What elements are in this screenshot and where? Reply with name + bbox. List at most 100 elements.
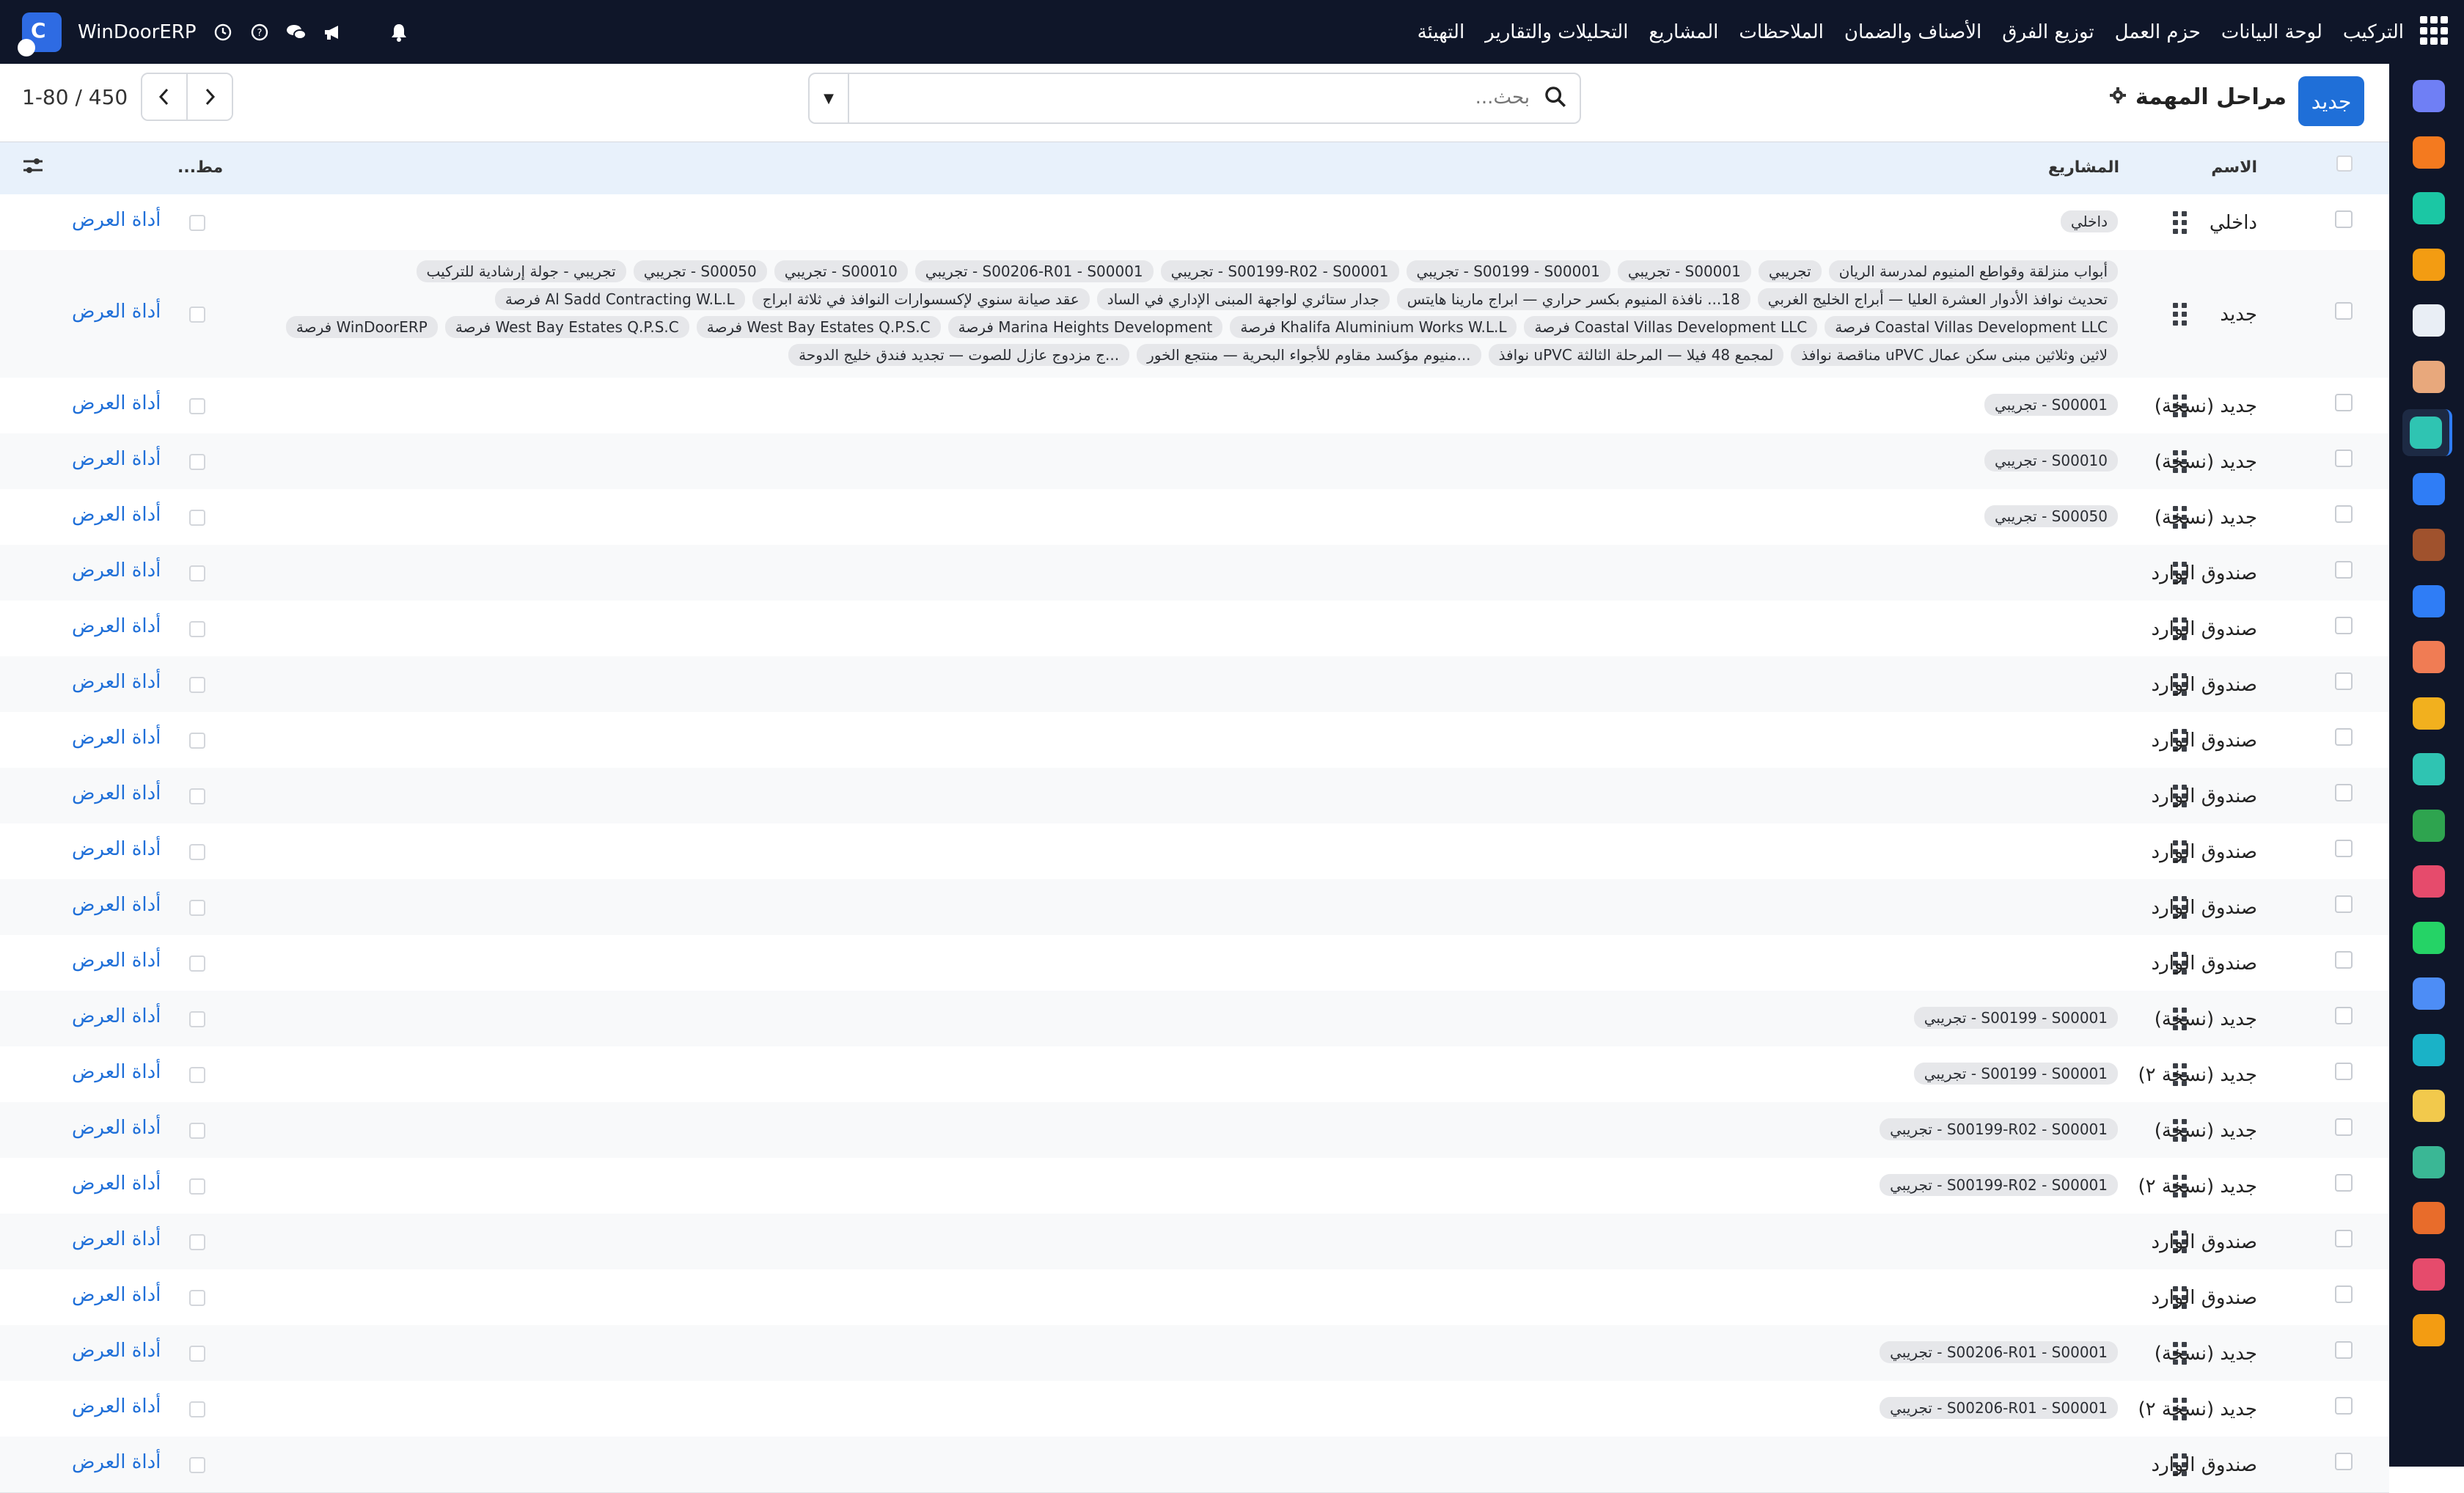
project-tag[interactable]: S00199 - S00001 - تجريبي: [1913, 1063, 2118, 1085]
widget-link[interactable]: أداة العرض: [72, 448, 161, 470]
row-checkbox[interactable]: [2335, 617, 2353, 634]
project-tag[interactable]: أبواب منزلقة وقواطع المنيوم لمدرسة الريا…: [1828, 260, 2118, 282]
project-tag[interactable]: S00206-R01 - S00001 - تجريبي: [914, 260, 1154, 282]
search-icon[interactable]: [1541, 84, 1568, 111]
row-name[interactable]: صندوق الوارد: [2152, 1454, 2258, 1476]
row-name[interactable]: جديد (نسخة): [2155, 451, 2257, 473]
widget-toggle-checkbox[interactable]: [189, 1290, 205, 1306]
table-row[interactable]: صندوق الوارد أداة العرض: [0, 1214, 2389, 1270]
widget-link[interactable]: أداة العرض: [72, 1340, 161, 1362]
row-name[interactable]: جديد (نسخة ٢): [2138, 1398, 2257, 1420]
widget-link[interactable]: أداة العرض: [72, 504, 161, 526]
row-checkbox[interactable]: [2335, 210, 2353, 228]
top-menu-item[interactable]: لوحة البيانات: [2221, 21, 2322, 43]
contact-icon[interactable]: [2413, 809, 2445, 842]
row-checkbox[interactable]: [2335, 1118, 2353, 1136]
widget-link[interactable]: أداة العرض: [72, 950, 161, 972]
apps-menu-icon[interactable]: [2419, 16, 2448, 45]
widget-link[interactable]: أداة العرض: [72, 782, 161, 804]
row-checkbox[interactable]: [2335, 1007, 2353, 1024]
row-checkbox[interactable]: [2335, 951, 2353, 969]
row-name[interactable]: صندوق الوارد: [2152, 562, 2258, 584]
project-tag[interactable]: 18... نافذة المنيوم بكسر حراري — ابراج م…: [1396, 288, 1750, 310]
widget-toggle-checkbox[interactable]: [189, 1346, 205, 1362]
project-tag[interactable]: S00010 - تجريبي: [774, 260, 908, 282]
table-row[interactable]: صندوق الوارد أداة العرض: [0, 1269, 2389, 1326]
top-menu-item[interactable]: المشاريع: [1649, 21, 1718, 43]
project-tag[interactable]: S00199 - S00001 - تجريبي: [1913, 1007, 2118, 1029]
top-menu-item[interactable]: التهيئة: [1418, 21, 1465, 43]
project-tag[interactable]: جدار ستائري لواجهة المبنى الإداري في الس…: [1096, 288, 1390, 310]
widget-link[interactable]: أداة العرض: [72, 1284, 161, 1306]
top-menu-item[interactable]: توزيع الفرق: [2002, 21, 2094, 43]
widget-toggle-checkbox[interactable]: [189, 1178, 205, 1195]
widget-toggle-checkbox[interactable]: [189, 398, 205, 414]
megaphone-icon[interactable]: [323, 22, 343, 43]
row-checkbox[interactable]: [2335, 394, 2353, 411]
row-checkbox[interactable]: [2335, 505, 2353, 523]
project-tag[interactable]: S00001 - تجريبي: [1984, 394, 2118, 416]
row-checkbox[interactable]: [2335, 561, 2353, 579]
widget-link[interactable]: أداة العرض: [72, 1061, 161, 1083]
pager-value[interactable]: 1-80 / 450: [22, 85, 128, 109]
company-logo[interactable]: C: [18, 12, 62, 56]
app-name[interactable]: WinDoorERP: [78, 21, 197, 43]
project-tag[interactable]: S00199-R02 - S00001 - تجريبي: [1880, 1118, 2118, 1140]
widget-link[interactable]: أداة العرض: [72, 1005, 161, 1027]
project-tag[interactable]: S00199 - S00001 - تجريبي: [1406, 260, 1610, 282]
row-name[interactable]: صندوق الوارد: [2152, 785, 2258, 807]
widget-toggle-checkbox[interactable]: [189, 1067, 205, 1083]
project-tag[interactable]: تجريبي: [1758, 260, 1822, 282]
widget-toggle-checkbox[interactable]: [189, 1457, 205, 1473]
table-row[interactable]: صندوق الوارد أداة العرض: [0, 879, 2389, 936]
project-tag[interactable]: S00199-R02 - S00001 - تجريبي: [1880, 1174, 2118, 1196]
project-tag[interactable]: لاثين وثلاثين مبنى سكن عمال uPVC مناقصة …: [1791, 344, 2118, 366]
project-tag[interactable]: Coastal Villas Development LLC فرصة: [1524, 316, 1818, 338]
widget-toggle-checkbox[interactable]: [189, 307, 205, 323]
widget-link[interactable]: أداة العرض: [72, 671, 161, 693]
table-row[interactable]: جديد (نسخة ٢) S00206-R01 - S00001 - تجريب…: [0, 1381, 2389, 1437]
drag-handle-icon[interactable]: [2169, 303, 2187, 326]
m-app-icon[interactable]: [2413, 80, 2445, 112]
table-row[interactable]: صندوق الوارد أداة العرض: [0, 768, 2389, 824]
project-tag[interactable]: S00206-R01 - S00001 - تجريبي: [1880, 1341, 2118, 1363]
project-tag[interactable]: S00199-R02 - S00001 - تجريبي: [1160, 260, 1399, 282]
table-row[interactable]: جديد (نسخة) S00050 - تجريبي أداة العرض: [0, 489, 2389, 546]
row-checkbox[interactable]: [2335, 895, 2353, 913]
widget-toggle-checkbox[interactable]: [189, 565, 205, 582]
widget-toggle-checkbox[interactable]: [189, 510, 205, 526]
sign-icon[interactable]: [2413, 753, 2445, 785]
top-menu-item[interactable]: الملاحظات: [1739, 21, 1824, 43]
project-tag[interactable]: لمجمع 48 فيلا — المرحلة الثالثة uPVC نوا…: [1488, 344, 1784, 366]
row-name[interactable]: صندوق الوارد: [2152, 953, 2258, 975]
widget-toggle-checkbox[interactable]: [189, 900, 205, 916]
top-menu-item[interactable]: الأصناف والضمان: [1844, 21, 1981, 43]
table-row[interactable]: جديد (نسخة ٢) S00199 - S00001 - تجريبي أدا…: [0, 1046, 2389, 1103]
row-name[interactable]: جديد (نسخة): [2155, 507, 2257, 529]
row-checkbox[interactable]: [2335, 1063, 2353, 1080]
widget-toggle-checkbox[interactable]: [189, 215, 205, 231]
chat-icon[interactable]: [286, 22, 307, 43]
widget-toggle-checkbox[interactable]: [189, 677, 205, 693]
table-row[interactable]: صندوق الوارد أداة العرض: [0, 823, 2389, 880]
widget-toggle-checkbox[interactable]: [189, 1011, 205, 1027]
photo-icon[interactable]: [2413, 360, 2445, 393]
project-tag[interactable]: S00050 - تجريبي: [633, 260, 767, 282]
widget-toggle-checkbox[interactable]: [189, 621, 205, 637]
wave-icon[interactable]: [2413, 1033, 2445, 1066]
diamond-icon[interactable]: [2413, 192, 2445, 224]
select-all-checkbox[interactable]: [2336, 155, 2353, 172]
row-checkbox[interactable]: [2335, 728, 2353, 746]
whatsapp-icon[interactable]: [2413, 921, 2445, 954]
row-checkbox[interactable]: [2335, 1397, 2353, 1415]
row-name[interactable]: جديد (نسخة ٢): [2138, 1064, 2257, 1086]
table-row[interactable]: داخلي داخلي أداة العرض: [0, 194, 2389, 251]
row-checkbox[interactable]: [2335, 840, 2353, 857]
layers-icon[interactable]: [2413, 1145, 2445, 1178]
widget-toggle-checkbox[interactable]: [189, 788, 205, 804]
widget-link[interactable]: أداة العرض: [72, 1173, 161, 1195]
widget-toggle-checkbox[interactable]: [189, 1401, 205, 1417]
table-row[interactable]: صندوق الوارد أداة العرض: [0, 712, 2389, 768]
puzzle-icon[interactable]: [2413, 1314, 2445, 1346]
settings-gear-icon[interactable]: [2109, 84, 2127, 110]
